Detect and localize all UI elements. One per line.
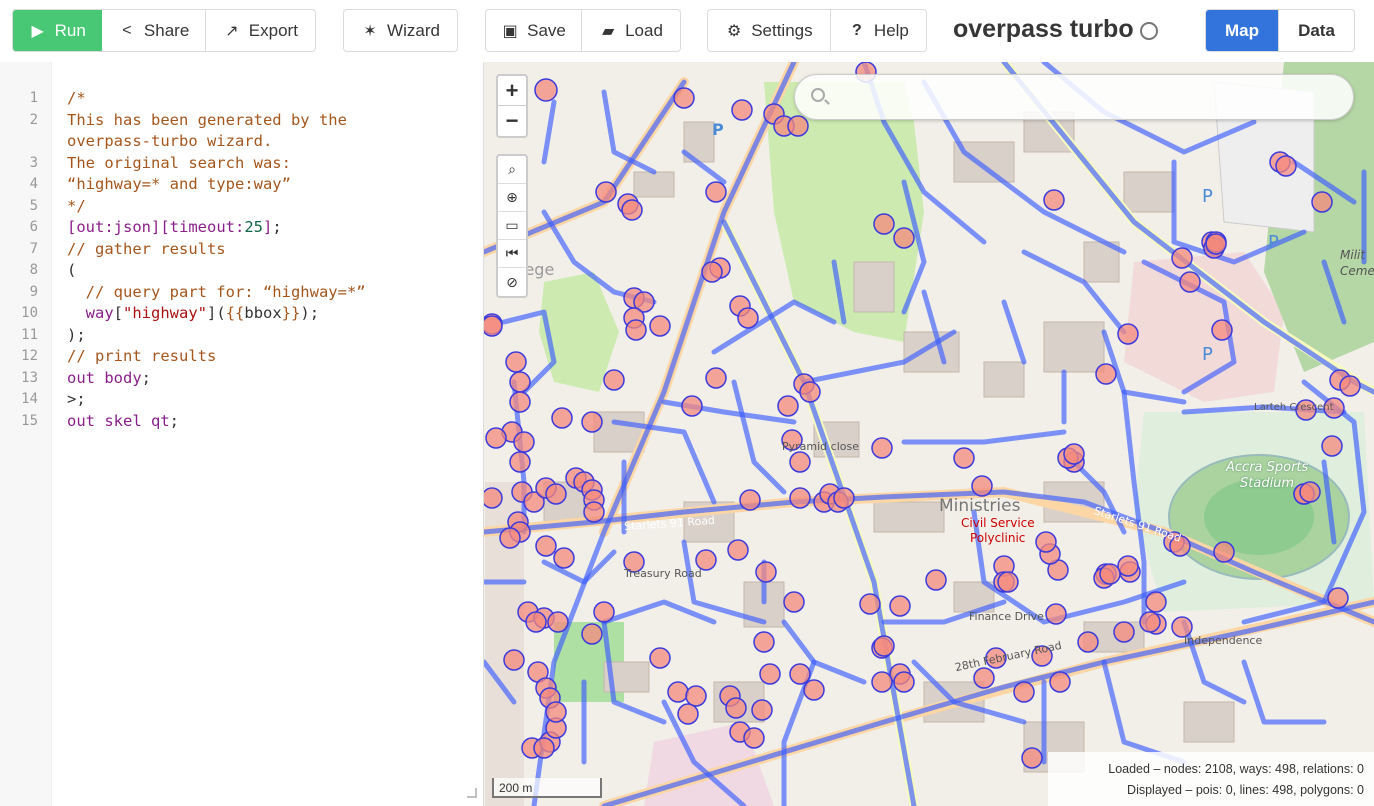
- line-number: 4: [29, 176, 38, 192]
- play-icon: ▶: [31, 22, 44, 40]
- overpass-logo-icon: [1139, 21, 1158, 40]
- magic-wand-icon: ✶: [363, 22, 377, 40]
- map-label-street: Treasury Road: [624, 567, 702, 580]
- code-line: overpass-turbo wizard.: [67, 132, 273, 150]
- data-stats: Loaded – nodes: 2108, ways: 498, relatio…: [1048, 752, 1374, 806]
- line-number: 3: [29, 154, 38, 171]
- line-number: 11: [21, 326, 38, 343]
- code-line: “highway=* and type:way”: [67, 175, 291, 193]
- map-label-place: Stadium: [1240, 476, 1295, 491]
- save-load-group: ▣ Save ▰ Load: [485, 9, 681, 52]
- parking-icon: P: [1268, 232, 1279, 253]
- question-icon: ?: [852, 21, 862, 39]
- save-button[interactable]: ▣ Save: [486, 10, 583, 51]
- line-number: 12: [21, 348, 38, 364]
- map-label-poi: Polyclinic: [970, 531, 1026, 545]
- map-tools: ⌕ ⊕ ▭ ⏮ ⊘: [496, 154, 528, 298]
- zoom-out-button[interactable]: −: [498, 106, 526, 136]
- code-line: The original search was:: [67, 153, 291, 172]
- code-line: // print results: [67, 347, 217, 365]
- zoom-control: + −: [496, 74, 528, 138]
- map-label-place: Independence: [1184, 634, 1263, 647]
- parking-icon: P: [1202, 186, 1213, 207]
- toolbar: ▶ Run < Share ↗ Export ✶ Wizard ▣ Save ▰…: [0, 0, 1374, 62]
- folder-open-icon: ▰: [601, 22, 615, 40]
- view-toggle-group: Map Data: [1205, 9, 1355, 52]
- map-label-place: Milit: [1340, 248, 1366, 262]
- resize-handle[interactable]: [467, 788, 477, 798]
- map-search-input[interactable]: [794, 74, 1354, 120]
- line-number: 1: [29, 90, 38, 106]
- line-number: 14: [21, 391, 38, 407]
- run-button[interactable]: ▶ Run: [13, 10, 103, 51]
- zoom-to-data-icon[interactable]: ⏮: [498, 240, 526, 268]
- line-number: 13: [21, 369, 38, 386]
- help-button[interactable]: ? Help: [831, 10, 926, 51]
- image-icon[interactable]: ▭: [498, 212, 526, 240]
- settings-button[interactable]: ⚙ Settings: [708, 10, 831, 51]
- load-button[interactable]: ▰ Load: [582, 10, 680, 51]
- line-number: 9: [29, 283, 38, 300]
- code-line: out body;: [67, 368, 151, 387]
- code-line: (: [67, 261, 77, 279]
- parking-icon: P: [1202, 344, 1213, 365]
- share-button[interactable]: < Share: [102, 10, 206, 51]
- line-number: 5: [29, 197, 38, 214]
- parking-icon: P: [712, 120, 724, 139]
- wizard-button[interactable]: ✶ Wizard: [344, 10, 457, 51]
- map-tiles: [484, 62, 1374, 806]
- map-label-poi: Civil Service: [961, 516, 1035, 530]
- line-number: 2: [29, 111, 38, 128]
- code-line: This has been generated by the: [67, 110, 347, 129]
- map-label-street: Finance Drive: [969, 610, 1044, 623]
- code-line: );: [67, 325, 86, 344]
- locate-icon[interactable]: ⊕: [498, 184, 526, 212]
- line-number: 8: [29, 262, 38, 278]
- map-label-place: Ministries: [939, 496, 1021, 516]
- code-line: >;: [67, 390, 86, 408]
- code-line: way["highway"]({{bbox}});: [85, 304, 320, 322]
- zoom-in-button[interactable]: +: [498, 76, 526, 106]
- wizard-group: ✶ Wizard: [343, 9, 458, 52]
- stats-displayed: Displayed – pois: 0, lines: 498, polygon…: [1127, 783, 1364, 797]
- code-line: [out:json][timeout:25];: [67, 218, 282, 236]
- map-label-street: Pyramid close: [782, 440, 859, 453]
- share-icon: <: [122, 21, 132, 39]
- line-number: 6: [29, 219, 38, 235]
- data-tab[interactable]: Data: [1279, 10, 1354, 51]
- export-button[interactable]: ↗ Export: [206, 10, 315, 51]
- code-line: // query part for: “highway=*”: [67, 282, 366, 301]
- code-line: // gather results: [67, 239, 226, 258]
- query-editor[interactable]: 1 2 3 4 5 6 7 8 9 10 11 12 13 14 15 /* T…: [0, 62, 484, 806]
- map-label-place: Accra Sports: [1226, 460, 1309, 475]
- line-number: 7: [29, 240, 38, 257]
- map-view[interactable]: Starlets 91 Road Starlets 91 Road Pyrami…: [484, 62, 1374, 806]
- save-icon: ▣: [502, 22, 518, 40]
- search-icon[interactable]: ⌕: [498, 156, 526, 184]
- stats-loaded: Loaded – nodes: 2108, ways: 498, relatio…: [1108, 762, 1364, 776]
- map-label-street: Larteh Crescent: [1254, 402, 1334, 413]
- line-number: 10: [21, 305, 38, 321]
- external-link-icon: ↗: [225, 22, 239, 40]
- map-tab[interactable]: Map: [1206, 10, 1280, 51]
- code-line: /*: [67, 89, 86, 107]
- line-number: 15: [21, 412, 38, 429]
- search-icon: [811, 88, 825, 102]
- settings-help-group: ⚙ Settings ? Help: [707, 9, 927, 52]
- code-line: out skel qt;: [67, 411, 179, 430]
- ban-icon[interactable]: ⊘: [498, 268, 526, 296]
- code-line: */: [67, 196, 86, 215]
- run-share-export-group: ▶ Run < Share ↗ Export: [12, 9, 316, 52]
- gear-icon: ⚙: [727, 22, 742, 40]
- map-label-place: Ceme: [1340, 264, 1374, 278]
- scale-bar: 200 m: [492, 778, 602, 798]
- app-title: overpass turbo: [953, 15, 1158, 44]
